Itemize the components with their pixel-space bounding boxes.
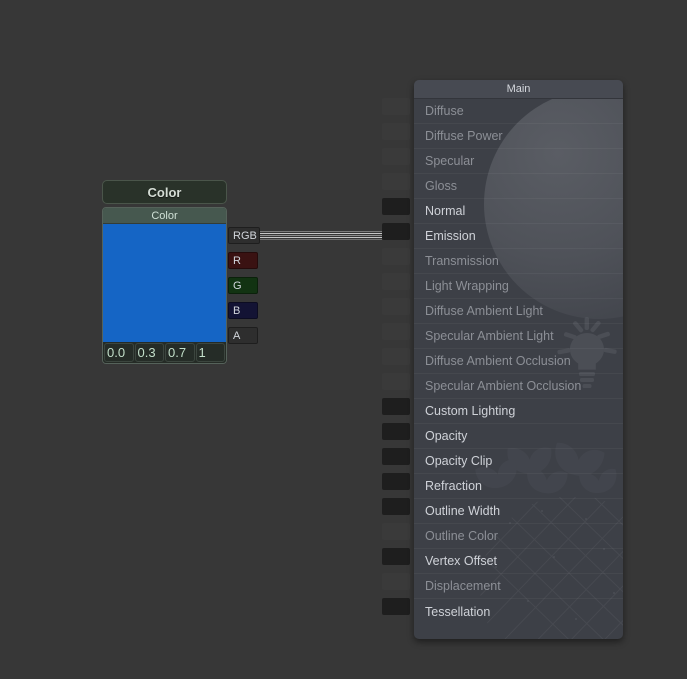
output-socket-rgb[interactable]: RGB	[228, 227, 260, 244]
input-socket-diffuse-power[interactable]	[382, 123, 410, 140]
property-list: Diffuse Diffuse Power Specular Gloss Nor…	[414, 99, 623, 624]
wire-strand	[258, 239, 382, 240]
property-row-specular-ambient-occlusion[interactable]: Specular Ambient Occlusion	[414, 374, 623, 399]
input-socket-diffuse-ambient-occlusion[interactable]	[382, 348, 410, 365]
property-row-normal[interactable]: Normal	[414, 199, 623, 224]
property-row-custom-lighting[interactable]: Custom Lighting	[414, 399, 623, 424]
property-row-transmission[interactable]: Transmission	[414, 249, 623, 274]
input-socket-outline-color[interactable]	[382, 523, 410, 540]
property-row-gloss[interactable]: Gloss	[414, 174, 623, 199]
node-editor-canvas[interactable]: Color Color 0.0 0.3 0.7 1 RGB R G B A	[0, 0, 687, 679]
property-row-tessellation[interactable]: Tessellation	[414, 599, 623, 624]
color-value-a[interactable]: 1	[196, 343, 226, 362]
property-row-diffuse-ambient-light[interactable]: Diffuse Ambient Light	[414, 299, 623, 324]
input-socket-displacement[interactable]	[382, 573, 410, 590]
property-row-vertex-offset[interactable]: Vertex Offset	[414, 549, 623, 574]
wire-strand	[258, 233, 382, 234]
color-node[interactable]: Color Color 0.0 0.3 0.7 1	[102, 180, 227, 364]
output-socket-g[interactable]: G	[228, 277, 258, 294]
color-node-title[interactable]: Color	[102, 180, 227, 204]
input-socket-light-wrapping[interactable]	[382, 273, 410, 290]
property-row-opacity-clip[interactable]: Opacity Clip	[414, 449, 623, 474]
input-socket-tessellation[interactable]	[382, 598, 410, 615]
property-row-diffuse-power[interactable]: Diffuse Power	[414, 124, 623, 149]
property-row-diffuse[interactable]: Diffuse	[414, 99, 623, 124]
input-socket-emission[interactable]	[382, 223, 410, 240]
output-socket-r[interactable]: R	[228, 252, 258, 269]
input-socket-normal[interactable]	[382, 198, 410, 215]
input-socket-custom-lighting[interactable]	[382, 398, 410, 415]
input-socket-specular-ambient-occlusion[interactable]	[382, 373, 410, 390]
input-socket-gloss[interactable]	[382, 173, 410, 190]
property-row-emission[interactable]: Emission	[414, 224, 623, 249]
property-row-outline-color[interactable]: Outline Color	[414, 524, 623, 549]
property-row-diffuse-ambient-occlusion[interactable]: Diffuse Ambient Occlusion	[414, 349, 623, 374]
main-panel-title: Main	[414, 80, 623, 99]
property-row-refraction[interactable]: Refraction	[414, 474, 623, 499]
input-socket-opacity-clip[interactable]	[382, 448, 410, 465]
color-swatch[interactable]	[103, 224, 226, 342]
main-panel-body: Diffuse Diffuse Power Specular Gloss Nor…	[414, 99, 623, 639]
output-socket-a[interactable]: A	[228, 327, 258, 344]
input-socket-transmission[interactable]	[382, 248, 410, 265]
color-value-g[interactable]: 0.3	[135, 343, 165, 362]
property-row-specular[interactable]: Specular	[414, 149, 623, 174]
input-socket-vertex-offset[interactable]	[382, 548, 410, 565]
property-row-specular-ambient-light[interactable]: Specular Ambient Light	[414, 324, 623, 349]
output-socket-b[interactable]: B	[228, 302, 258, 319]
input-socket-specular-ambient-light[interactable]	[382, 323, 410, 340]
input-socket-outline-width[interactable]	[382, 498, 410, 515]
property-row-light-wrapping[interactable]: Light Wrapping	[414, 274, 623, 299]
connection-wire[interactable]	[258, 231, 382, 240]
input-socket-refraction[interactable]	[382, 473, 410, 490]
color-value-row: 0.0 0.3 0.7 1	[103, 342, 226, 363]
main-panel[interactable]: Main	[414, 80, 623, 639]
input-socket-opacity[interactable]	[382, 423, 410, 440]
input-socket-diffuse-ambient-light[interactable]	[382, 298, 410, 315]
wire-strand	[258, 237, 382, 238]
property-row-displacement[interactable]: Displacement	[414, 574, 623, 599]
color-node-body: Color 0.0 0.3 0.7 1	[102, 207, 227, 364]
color-value-r[interactable]: 0.0	[104, 343, 134, 362]
color-node-subheader: Color	[103, 208, 226, 224]
wire-strand	[258, 235, 382, 236]
input-socket-specular[interactable]	[382, 148, 410, 165]
color-node-outputs: RGB R G B A	[228, 227, 260, 352]
wire-strand	[258, 231, 382, 232]
input-socket-diffuse[interactable]	[382, 98, 410, 115]
color-value-b[interactable]: 0.7	[165, 343, 195, 362]
property-row-outline-width[interactable]: Outline Width	[414, 499, 623, 524]
property-row-opacity[interactable]: Opacity	[414, 424, 623, 449]
main-panel-input-sockets	[382, 98, 410, 623]
